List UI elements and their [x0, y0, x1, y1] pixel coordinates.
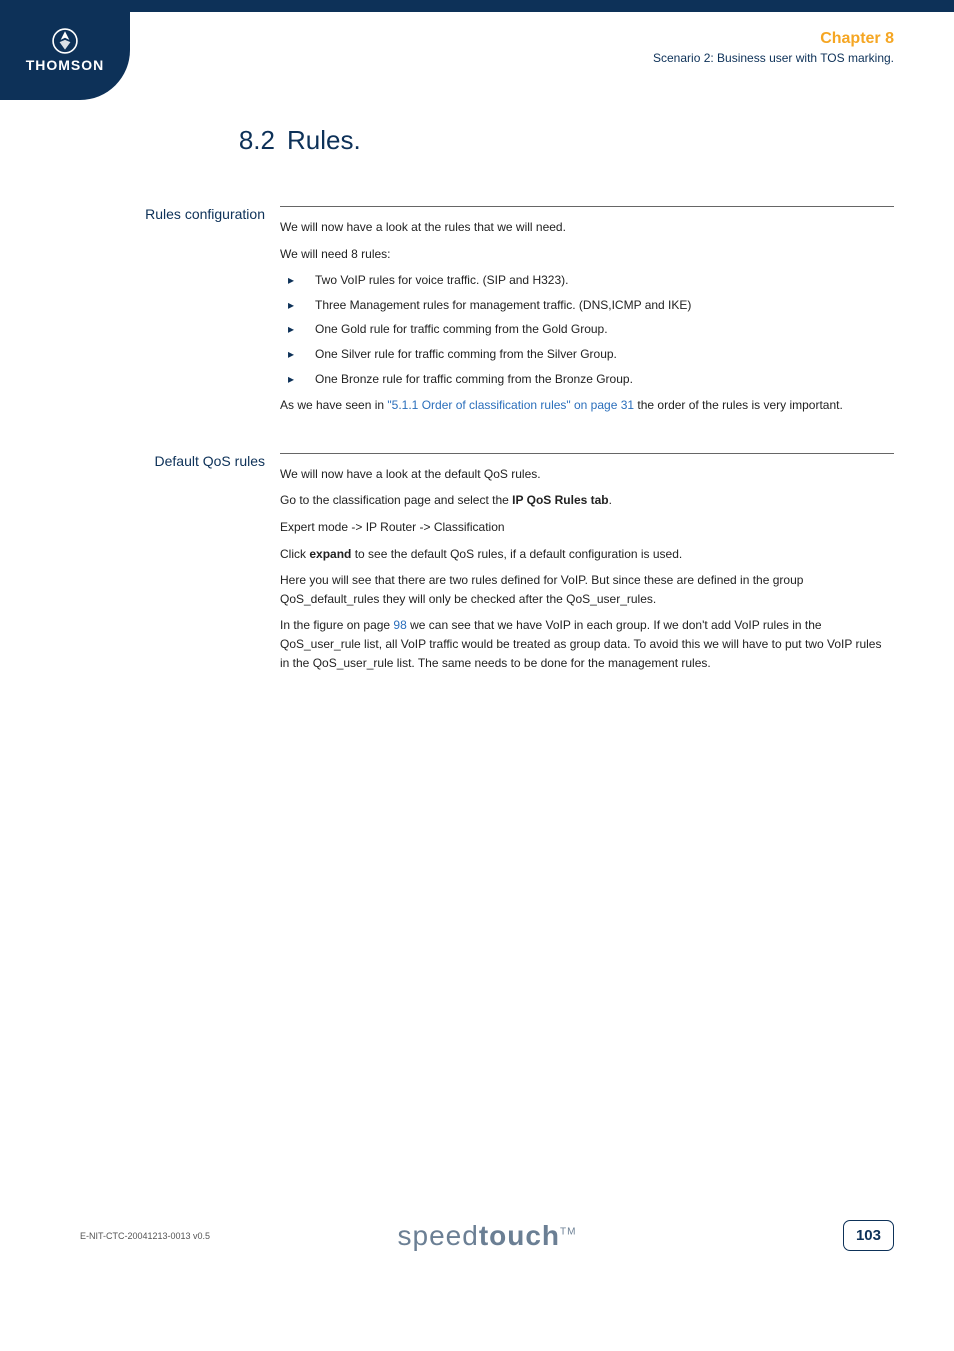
bold-text: expand: [309, 547, 351, 561]
list-item: One Gold rule for traffic comming from t…: [280, 320, 894, 339]
document-reference: E-NIT-CTC-20041213-0013 v0.5: [80, 1231, 210, 1241]
body-text: Click expand to see the default QoS rule…: [280, 545, 894, 564]
cross-reference-link[interactable]: "5.1.1 Order of classification rules" on…: [387, 398, 634, 412]
rules-configuration-section: Rules configuration We will now have a l…: [80, 206, 894, 423]
page-footer: E-NIT-CTC-20041213-0013 v0.5 speedtouchT…: [80, 1220, 894, 1251]
rules-list: Two VoIP rules for voice traffic. (SIP a…: [280, 271, 894, 388]
cross-reference-link[interactable]: 98: [393, 618, 406, 632]
bold-text: IP QoS Rules tab: [512, 493, 608, 507]
brand-logo: THOMSON: [0, 0, 130, 100]
text-run: .: [609, 493, 612, 507]
list-item: Three Management rules for management tr…: [280, 296, 894, 315]
content-area: 8.2 Rules. Rules configuration We will no…: [80, 125, 894, 680]
speedtouch-brand: speedtouchTM: [398, 1220, 577, 1252]
text-run: Click: [280, 547, 309, 561]
chapter-label: Chapter 8: [653, 30, 894, 48]
section-number: 8.2: [220, 125, 275, 156]
body-text: As we have seen in "5.1.1 Order of class…: [280, 396, 894, 415]
list-item: One Silver rule for traffic comming from…: [280, 345, 894, 364]
rules-config-label: Rules configuration: [80, 206, 280, 222]
text-run: In the figure on page: [280, 618, 393, 632]
header-bar: [0, 0, 954, 12]
body-text: We will need 8 rules:: [280, 245, 894, 264]
section-name: Rules.: [287, 125, 361, 155]
brand-bold: touch: [479, 1220, 560, 1251]
text-run: As we have seen in: [280, 398, 387, 412]
body-text: We will now have a look at the rules tha…: [280, 218, 894, 237]
page-number: 103: [843, 1220, 894, 1251]
text-run: to see the default QoS rules, if a defau…: [351, 547, 682, 561]
default-qos-body: We will now have a look at the default Q…: [280, 453, 894, 680]
body-text: We will now have a look at the default Q…: [280, 465, 894, 484]
text-run: the order of the rules is very important…: [634, 398, 843, 412]
brand-light: speed: [398, 1220, 479, 1251]
thomson-logo-icon: [52, 28, 78, 54]
rules-config-body: We will now have a look at the rules tha…: [280, 206, 894, 423]
trademark-symbol: TM: [560, 1226, 576, 1237]
body-text: In the figure on page 98 we can see that…: [280, 616, 894, 672]
body-text: Go to the classification page and select…: [280, 491, 894, 510]
list-item: One Bronze rule for traffic comming from…: [280, 370, 894, 389]
default-qos-section: Default QoS rules We will now have a loo…: [80, 453, 894, 680]
brand-logo-text: THOMSON: [26, 57, 105, 73]
text-run: Go to the classification page and select…: [280, 493, 512, 507]
page-header: Chapter 8 Scenario 2: Business user with…: [653, 30, 894, 65]
body-text: Expert mode -> IP Router -> Classificati…: [280, 518, 894, 537]
scenario-label: Scenario 2: Business user with TOS marki…: [653, 51, 894, 65]
list-item: Two VoIP rules for voice traffic. (SIP a…: [280, 271, 894, 290]
default-qos-label: Default QoS rules: [80, 453, 280, 469]
section-title: 8.2 Rules.: [220, 125, 894, 156]
body-text: Here you will see that there are two rul…: [280, 571, 894, 608]
